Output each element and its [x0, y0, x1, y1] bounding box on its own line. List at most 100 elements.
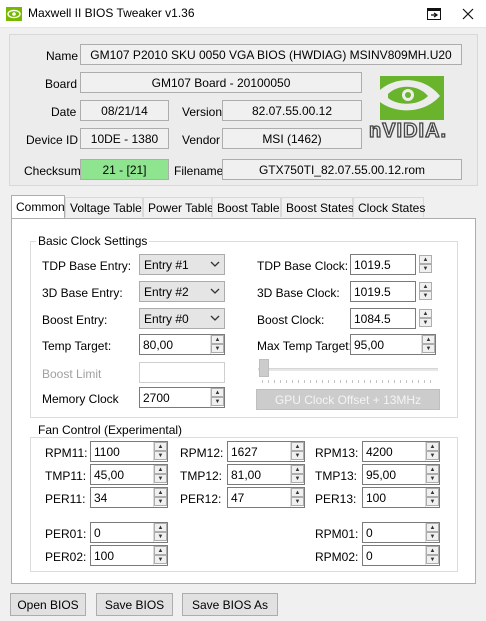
boost-clock-spinner[interactable]: ▲ ▼ — [419, 309, 433, 328]
spin-up-icon[interactable]: ▲ — [154, 488, 167, 497]
spin-down-icon[interactable]: ▼ — [291, 497, 304, 506]
per01-spinner[interactable]: ▲ ▼ — [153, 523, 167, 542]
board-field: GM107 Board - 20100050 — [80, 72, 362, 93]
rpm13-spinner[interactable]: ▲ ▼ — [425, 442, 439, 461]
tdp-base-entry-select[interactable]: Entry #1 — [139, 254, 225, 275]
spin-down-icon[interactable]: ▼ — [154, 555, 167, 564]
save-bios-button[interactable]: Save BIOS — [96, 593, 173, 616]
spin-up-icon[interactable]: ▲ — [291, 442, 304, 451]
filename-label: Filename — [174, 164, 224, 178]
close-window-button[interactable] — [446, 0, 486, 28]
tmp11-spinner[interactable]: ▲ ▼ — [153, 465, 167, 484]
tab-common[interactable]: Common — [11, 195, 65, 218]
date-field: 08/21/14 — [80, 100, 169, 121]
spin-down-icon[interactable]: ▼ — [419, 291, 432, 300]
spin-up-icon[interactable]: ▲ — [426, 465, 439, 474]
spin-up-icon[interactable]: ▲ — [291, 465, 304, 474]
checksum-label: Checksum — [24, 164, 81, 178]
tab-boost-table[interactable]: Boost Table — [212, 197, 281, 217]
rpm12-input[interactable]: 1627 ▲ ▼ — [227, 441, 305, 462]
rpm12-spinner[interactable]: ▲ ▼ — [290, 442, 304, 461]
spin-up-icon[interactable]: ▲ — [419, 282, 432, 291]
spin-down-icon[interactable]: ▼ — [426, 555, 439, 564]
per11-spinner[interactable]: ▲ ▼ — [153, 488, 167, 507]
spin-down-icon[interactable]: ▼ — [426, 474, 439, 483]
spin-down-icon[interactable]: ▼ — [211, 397, 224, 406]
spin-down-icon[interactable]: ▼ — [426, 497, 439, 506]
tab-clock-states[interactable]: Clock States — [353, 197, 425, 217]
tab-power-table[interactable]: Power Table — [143, 197, 214, 217]
spin-up-icon[interactable]: ▲ — [422, 335, 435, 344]
tmp13-spinner[interactable]: ▲ ▼ — [425, 465, 439, 484]
tab-boost-states[interactable]: Boost States — [281, 197, 354, 217]
gpu-offset-slider-track[interactable] — [258, 368, 438, 371]
tmp13-input[interactable]: 95,00 ▲ ▼ — [362, 464, 440, 485]
rpm01-input[interactable]: 0 ▲ ▼ — [362, 522, 440, 543]
spin-up-icon[interactable]: ▲ — [419, 309, 432, 318]
tdp-base-clock-input[interactable]: 1019.5 — [350, 254, 416, 275]
spin-down-icon[interactable]: ▼ — [154, 474, 167, 483]
per02-input[interactable]: 100 ▲ ▼ — [90, 545, 168, 566]
boost-entry-select[interactable]: Entry #0 — [139, 308, 225, 329]
spin-up-icon[interactable]: ▲ — [154, 465, 167, 474]
spin-up-icon[interactable]: ▲ — [291, 488, 304, 497]
open-bios-button[interactable]: Open BIOS — [10, 593, 86, 616]
tdp-base-clock-spinner[interactable]: ▲ ▼ — [419, 255, 433, 274]
spin-up-icon[interactable]: ▲ — [426, 488, 439, 497]
spin-up-icon[interactable]: ▲ — [419, 255, 432, 264]
3d-base-clock-spinner[interactable]: ▲ ▼ — [419, 282, 433, 301]
rpm11-spinner[interactable]: ▲ ▼ — [153, 442, 167, 461]
spin-down-icon[interactable]: ▼ — [422, 344, 435, 353]
per12-spinner[interactable]: ▲ ▼ — [290, 488, 304, 507]
per01-input[interactable]: 0 ▲ ▼ — [90, 522, 168, 543]
spin-down-icon[interactable]: ▼ — [426, 532, 439, 541]
rpm13-input[interactable]: 4200 ▲ ▼ — [362, 441, 440, 462]
per11-label: PER11: — [45, 492, 86, 506]
spin-up-icon[interactable]: ▲ — [154, 523, 167, 532]
max-temp-target-input[interactable]: 95,00 ▲ ▼ — [350, 334, 436, 355]
max-temp-target-spinner[interactable]: ▲ ▼ — [421, 335, 435, 354]
spin-up-icon[interactable]: ▲ — [211, 388, 224, 397]
3d-base-clock-input[interactable]: 1019.5 — [350, 281, 416, 302]
spin-down-icon[interactable]: ▼ — [291, 474, 304, 483]
spin-up-icon[interactable]: ▲ — [154, 546, 167, 555]
gpu-clock-offset-button[interactable]: GPU Clock Offset + 13MHz — [256, 389, 440, 410]
per13-spinner[interactable]: ▲ ▼ — [425, 488, 439, 507]
spin-down-icon[interactable]: ▼ — [419, 318, 432, 327]
memory-clock-input[interactable]: 2700 ▲ ▼ — [139, 387, 225, 408]
3d-base-entry-select[interactable]: Entry #2 — [139, 281, 225, 302]
rpm11-input[interactable]: 1100 ▲ ▼ — [90, 441, 168, 462]
gpu-offset-slider-thumb[interactable] — [259, 359, 269, 377]
save-bios-as-button[interactable]: Save BIOS As — [182, 593, 278, 616]
nvidia-eye-icon — [6, 7, 22, 21]
spin-up-icon[interactable]: ▲ — [426, 442, 439, 451]
name-field: GM107 P2010 SKU 0050 VGA BIOS (HWDIAG) M… — [80, 44, 462, 65]
rpm01-spinner[interactable]: ▲ ▼ — [425, 523, 439, 542]
per13-input[interactable]: 100 ▲ ▼ — [362, 487, 440, 508]
rpm02-spinner[interactable]: ▲ ▼ — [425, 546, 439, 565]
rpm02-input[interactable]: 0 ▲ ▼ — [362, 545, 440, 566]
temp-target-spinner[interactable]: ▲ ▼ — [210, 335, 224, 354]
spin-down-icon[interactable]: ▼ — [426, 451, 439, 460]
spin-down-icon[interactable]: ▼ — [154, 497, 167, 506]
per12-input[interactable]: 47 ▲ ▼ — [227, 487, 305, 508]
tmp12-input[interactable]: 81,00 ▲ ▼ — [227, 464, 305, 485]
spin-down-icon[interactable]: ▼ — [291, 451, 304, 460]
spin-up-icon[interactable]: ▲ — [154, 442, 167, 451]
chevron-down-icon — [210, 288, 220, 294]
tmp11-input[interactable]: 45,00 ▲ ▼ — [90, 464, 168, 485]
tab-voltage-table[interactable]: Voltage Table — [65, 197, 143, 217]
per11-input[interactable]: 34 ▲ ▼ — [90, 487, 168, 508]
spin-down-icon[interactable]: ▼ — [154, 532, 167, 541]
spin-down-icon[interactable]: ▼ — [419, 264, 432, 273]
per02-spinner[interactable]: ▲ ▼ — [153, 546, 167, 565]
spin-down-icon[interactable]: ▼ — [154, 451, 167, 460]
tmp12-spinner[interactable]: ▲ ▼ — [290, 465, 304, 484]
memory-clock-spinner[interactable]: ▲ ▼ — [210, 388, 224, 407]
spin-up-icon[interactable]: ▲ — [211, 335, 224, 344]
spin-up-icon[interactable]: ▲ — [426, 546, 439, 555]
spin-up-icon[interactable]: ▲ — [426, 523, 439, 532]
spin-down-icon[interactable]: ▼ — [211, 344, 224, 353]
temp-target-input[interactable]: 80,00 ▲ ▼ — [139, 334, 225, 355]
boost-clock-input[interactable]: 1084.5 — [350, 308, 416, 329]
